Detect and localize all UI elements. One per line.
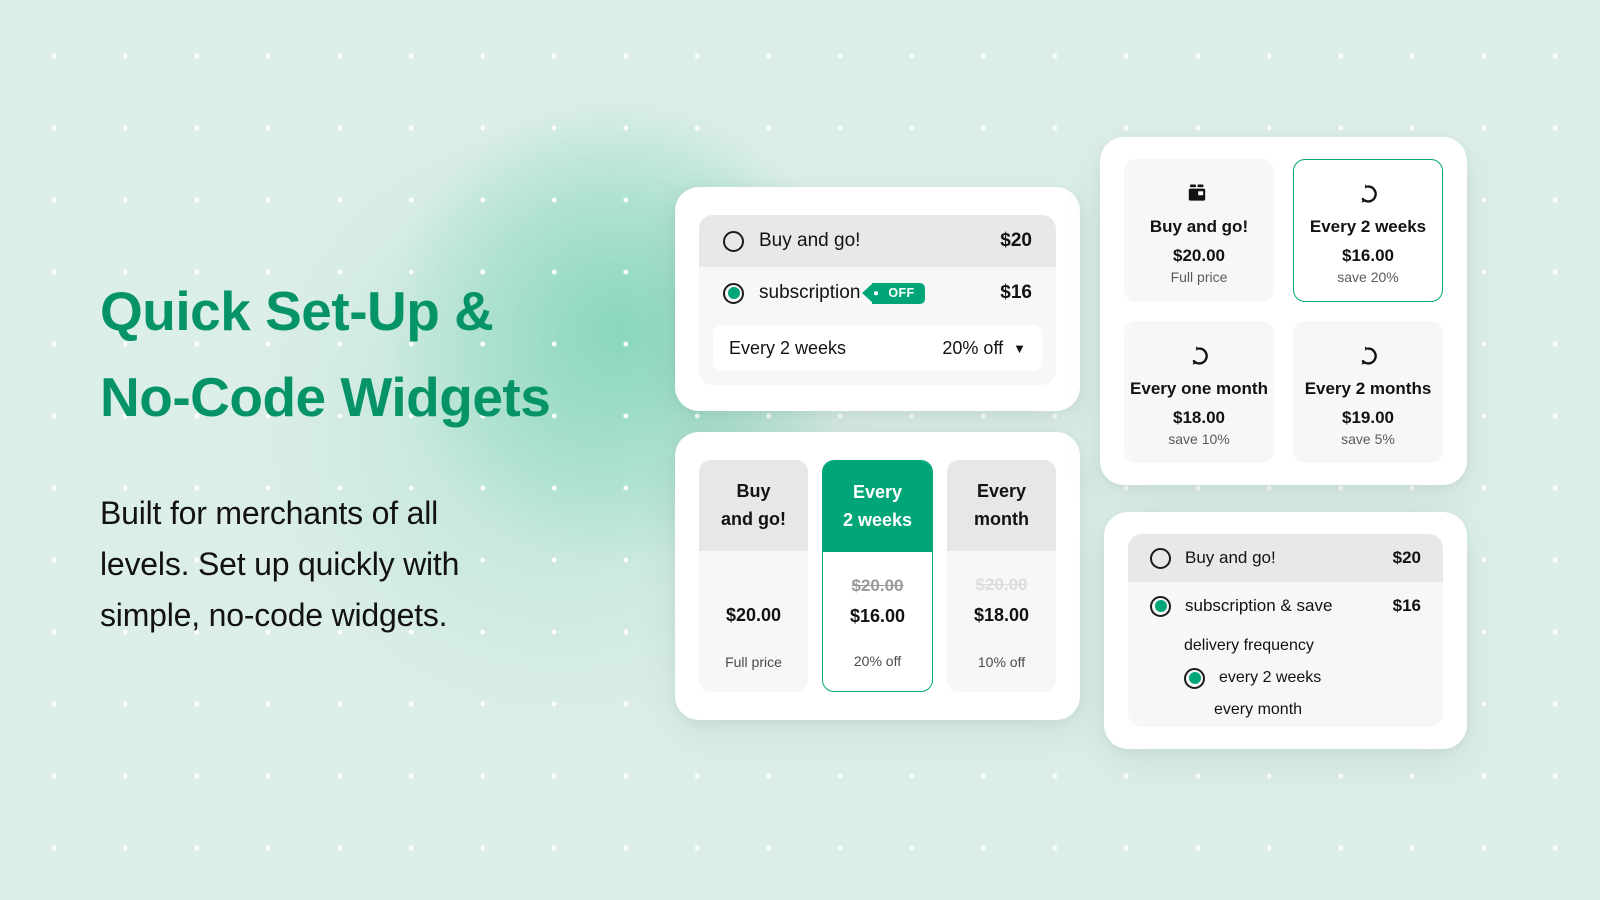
discount-tag-badge: OFF <box>862 282 925 304</box>
pricing-note: 10% off <box>977 654 1026 670</box>
hero-copy: Quick Set-Up & No-Code Widgets Built for… <box>100 268 680 641</box>
radio-option-group: Buy and go! $20 subscription OFF $16 Eve… <box>699 215 1056 385</box>
radio-option-buy-and-go[interactable]: Buy and go! $20 <box>699 215 1056 267</box>
plan-tile-note: save 20% <box>1337 269 1399 285</box>
pricing-column-list: Buy and go! $20.00 Full price Every 2 we… <box>699 460 1056 692</box>
pricing-note: Full price <box>725 654 782 670</box>
pricing-column-body: $20.00 $18.00 10% off <box>947 551 1056 692</box>
pricing-column-every-2-weeks[interactable]: Every 2 weeks $20.00 $16.00 20% off <box>822 460 933 692</box>
nested-option-label: subscription & save <box>1185 596 1333 615</box>
radio-option-label: Buy and go! <box>759 230 861 251</box>
radio-option-subscription[interactable]: subscription OFF $16 <box>699 267 1056 319</box>
plan-tile-price: $16.00 <box>1342 246 1394 265</box>
frequency-select-value: 20% off <box>942 337 1004 358</box>
plan-tile-grid: Buy and go! $20.00 Full price Every 2 we… <box>1124 159 1443 463</box>
pricing-price: $20.00 <box>725 605 782 625</box>
radio-option-label: subscription <box>759 282 861 303</box>
pricing-column-title-line-1: Buy <box>736 481 771 501</box>
plan-tile-buy-and-go[interactable]: Buy and go! $20.00 Full price <box>1124 159 1274 302</box>
nested-suboption-label: every 2 weeks <box>1219 669 1322 686</box>
nested-option-subscription[interactable]: subscription & save $16 <box>1128 582 1443 630</box>
pricing-strike-price: $20.00 <box>975 575 1028 594</box>
plan-tile-title: Buy and go! <box>1149 217 1249 236</box>
frequency-select-label: Every 2 weeks <box>729 337 847 358</box>
hero-subcopy: Built for merchants of all levels. Set u… <box>100 488 680 641</box>
plan-tile-every-2-months[interactable]: Every 2 months $19.00 save 5% <box>1293 320 1443 463</box>
pricing-column-header: Every 2 weeks <box>823 461 932 552</box>
nested-suboption-every-2-weeks[interactable]: every 2 weeks <box>1128 662 1443 694</box>
radio-unchecked-icon[interactable] <box>1150 547 1171 569</box>
plan-tile-note: save 10% <box>1168 430 1230 447</box>
pricing-price: $18.00 <box>973 605 1030 625</box>
pricing-column-title-line-1: Every <box>852 482 903 502</box>
pricing-column-buy-and-go[interactable]: Buy and go! $20.00 Full price <box>699 460 808 692</box>
subcopy-line-3: simple, no-code widgets. <box>100 597 448 633</box>
pricing-strike-price: $20.00 <box>851 576 904 595</box>
pricing-column-body: $20.00 Full price <box>699 551 808 692</box>
plan-tile-price: $18.00 <box>1173 407 1225 427</box>
radio-unchecked-icon[interactable] <box>723 230 744 252</box>
headline-line-1: Quick Set-Up & <box>100 280 494 342</box>
page-title: Quick Set-Up & No-Code Widgets <box>100 268 680 440</box>
nested-option-price: $20 <box>1392 548 1421 567</box>
cycle-icon <box>1358 344 1378 368</box>
subcopy-line-1: Built for merchants of all <box>100 495 439 531</box>
cycle-icon <box>1358 182 1378 206</box>
plan-tile-note: Full price <box>1170 269 1228 285</box>
plan-tile-title: Every 2 months <box>1304 378 1432 398</box>
pricing-column-title-line-2: month <box>974 509 1029 529</box>
nested-option-price: $16 <box>1392 596 1421 615</box>
pricing-column-header: Buy and go! <box>699 460 808 551</box>
plan-tile-title: Every one month <box>1130 378 1268 398</box>
radio-option-price: $20 <box>1000 230 1032 251</box>
nested-option-buy-and-go[interactable]: Buy and go! $20 <box>1128 534 1443 582</box>
box-icon <box>1188 182 1210 206</box>
nested-option-label: Buy and go! <box>1185 548 1276 567</box>
radio-option-price: $16 <box>1000 282 1032 303</box>
frequency-select[interactable]: Every 2 weeks 20% off ▼ <box>713 325 1042 371</box>
pricing-column-title-line-1: Every <box>976 481 1027 501</box>
pricing-column-every-month[interactable]: Every month $20.00 $18.00 10% off <box>947 460 1056 692</box>
radio-checked-icon[interactable] <box>1150 595 1171 617</box>
chevron-down-icon[interactable]: ▼ <box>1013 342 1026 355</box>
headline-line-2: No-Code Widgets <box>100 366 551 428</box>
plan-tile-price: $19.00 <box>1342 407 1394 427</box>
widget-nested-radio: Buy and go! $20 subscription & save $16 … <box>1104 512 1467 749</box>
nested-option-group: Buy and go! $20 subscription & save $16 … <box>1128 534 1443 727</box>
subcopy-line-2: levels. Set up quickly with <box>100 546 460 582</box>
nested-suboption-label: every month <box>1214 701 1303 718</box>
delivery-frequency-heading: delivery frequency <box>1184 637 1314 654</box>
nested-suboption-every-month[interactable]: every month <box>1128 694 1443 726</box>
pricing-price: $16.00 <box>849 606 906 626</box>
pricing-column-header: Every month <box>947 460 1056 551</box>
pricing-column-title-line-2: and go! <box>721 509 786 529</box>
widget-column-pricing: Buy and go! $20.00 Full price Every 2 we… <box>675 432 1080 720</box>
plan-tile-title: Every 2 weeks <box>1309 217 1427 236</box>
plan-tile-every-2-weeks[interactable]: Every 2 weeks $16.00 save 20% <box>1293 159 1443 302</box>
pricing-column-body: $20.00 $16.00 20% off <box>823 552 932 691</box>
radio-checked-icon[interactable] <box>1184 667 1205 689</box>
pricing-column-title-line-2: 2 weeks <box>842 510 913 530</box>
widget-radio-basic: Buy and go! $20 subscription OFF $16 Eve… <box>675 187 1080 411</box>
plan-tile-price: $20.00 <box>1173 246 1225 265</box>
plan-tile-every-one-month[interactable]: Every one month $18.00 save 10% <box>1124 320 1274 463</box>
radio-checked-icon[interactable] <box>723 282 744 304</box>
widget-plan-tiles: Buy and go! $20.00 Full price Every 2 we… <box>1100 137 1467 485</box>
pricing-note: 20% off <box>853 653 902 669</box>
cycle-icon <box>1189 344 1209 368</box>
plan-tile-note: save 5% <box>1341 430 1395 447</box>
